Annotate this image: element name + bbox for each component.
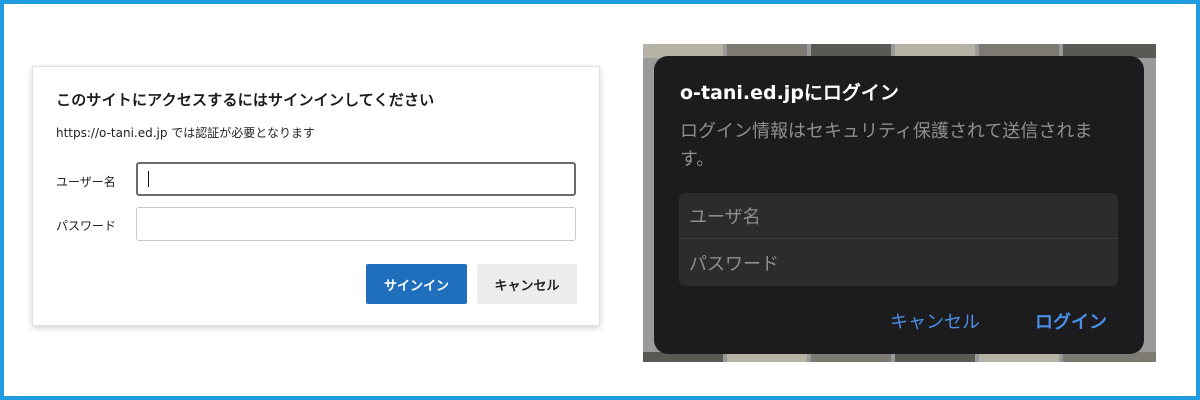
- username-field[interactable]: ユーザ名: [679, 193, 1118, 239]
- signin-button[interactable]: サインイン: [366, 264, 467, 304]
- browser-auth-dialog: このサイトにアクセスするにはサインインしてください https://o-tani…: [32, 66, 600, 326]
- password-label: パスワード: [56, 219, 117, 233]
- dialog-title: このサイトにアクセスするにはサインインしてください: [56, 91, 435, 109]
- login-button[interactable]: ログイン: [1035, 308, 1107, 334]
- cancel-button[interactable]: キャンセル: [890, 308, 980, 334]
- dialog-description: https://o-tani.ed.jp では認証が必要となります: [56, 126, 315, 140]
- sheet-message: ログイン情報はセキュリティ保護されて送信されます。: [680, 121, 1093, 170]
- username-input[interactable]: [136, 162, 576, 196]
- credential-fields: ユーザ名 パスワード: [679, 193, 1118, 286]
- text-caret: [148, 171, 149, 187]
- sheet-title: o-tani.ed.jpにログイン: [680, 82, 899, 104]
- password-field[interactable]: パスワード: [679, 240, 1118, 286]
- username-label: ユーザー名: [56, 175, 116, 189]
- password-input[interactable]: [136, 207, 576, 241]
- cancel-button[interactable]: キャンセル: [477, 264, 577, 304]
- mobile-login-sheet: o-tani.ed.jpにログイン ログイン情報はセキュリティ保護されて送信され…: [654, 56, 1144, 354]
